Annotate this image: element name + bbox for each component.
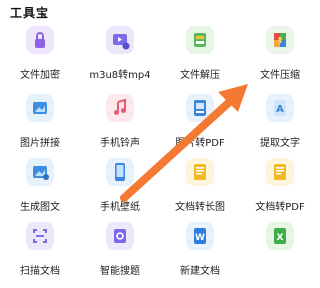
tool-new-document[interactable]: W 新建文档 bbox=[160, 222, 240, 284]
tool-label: 图片转PDF bbox=[175, 138, 225, 149]
phone-wallpaper-icon bbox=[106, 158, 134, 186]
tool-image-to-pdf[interactable]: 图片转PDF bbox=[160, 94, 240, 156]
generate-image-text-icon bbox=[26, 158, 54, 186]
tool-label: 手机铃声 bbox=[100, 138, 140, 149]
archive-compress-icon bbox=[266, 26, 294, 54]
tool-extract-text[interactable]: A 提取文字 bbox=[240, 94, 320, 156]
doc-to-long-image-icon bbox=[186, 158, 214, 186]
excel-doc-icon: X bbox=[266, 222, 294, 250]
tool-file-unzip[interactable]: 文件解压 bbox=[160, 26, 240, 88]
svg-text:X: X bbox=[277, 233, 284, 243]
music-note-icon bbox=[106, 94, 134, 122]
tool-scan-document[interactable]: 扫描文档 bbox=[0, 222, 80, 284]
tool-label: 智能搜题 bbox=[100, 266, 140, 277]
tool-doc-to-long-image[interactable]: 文档转长图 bbox=[160, 158, 240, 220]
svg-text:W: W bbox=[195, 233, 205, 243]
archive-open-icon bbox=[186, 26, 214, 54]
tool-label: 文件加密 bbox=[20, 70, 60, 81]
tool-ringtone[interactable]: 手机铃声 bbox=[80, 94, 160, 156]
scan-document-icon bbox=[26, 222, 54, 250]
image-stitch-icon bbox=[26, 94, 54, 122]
tool-label: 手机壁纸 bbox=[100, 202, 140, 213]
tool-label: 扫描文档 bbox=[20, 266, 60, 277]
doc-to-pdf-icon bbox=[266, 158, 294, 186]
tool-label: 提取文字 bbox=[260, 138, 300, 149]
lock-icon bbox=[26, 26, 54, 54]
tool-label: 生成图文 bbox=[20, 202, 60, 213]
tool-generate-image-text[interactable]: 生成图文 bbox=[0, 158, 80, 220]
image-to-pdf-icon bbox=[186, 94, 214, 122]
tool-label: 文档转PDF bbox=[255, 202, 305, 213]
video-convert-icon bbox=[106, 26, 134, 54]
tool-excel-document[interactable]: X bbox=[240, 222, 320, 284]
extract-text-icon: A bbox=[266, 94, 294, 122]
svg-text:A: A bbox=[276, 104, 284, 115]
tool-phone-wallpaper[interactable]: 手机壁纸 bbox=[80, 158, 160, 220]
tool-file-compress[interactable]: 文件压缩 bbox=[240, 26, 320, 88]
tool-label: 文件解压 bbox=[180, 70, 220, 81]
word-doc-icon: W bbox=[186, 222, 214, 250]
tool-label: 图片拼接 bbox=[20, 138, 60, 149]
tool-doc-to-pdf[interactable]: 文档转PDF bbox=[240, 158, 320, 220]
tool-label: 文件压缩 bbox=[260, 70, 300, 81]
tool-label: m3u8转mp4 bbox=[89, 70, 151, 81]
tool-m3u8-to-mp4[interactable]: m3u8转mp4 bbox=[80, 26, 160, 88]
tool-image-stitch[interactable]: 图片拼接 bbox=[0, 94, 80, 156]
tool-label: 新建文档 bbox=[180, 266, 220, 277]
tool-label: 文档转长图 bbox=[175, 202, 225, 213]
section-title: 工具宝 bbox=[10, 6, 50, 20]
smart-search-icon bbox=[106, 222, 134, 250]
tool-file-encrypt[interactable]: 文件加密 bbox=[0, 26, 80, 88]
tool-smart-search[interactable]: 智能搜题 bbox=[80, 222, 160, 284]
